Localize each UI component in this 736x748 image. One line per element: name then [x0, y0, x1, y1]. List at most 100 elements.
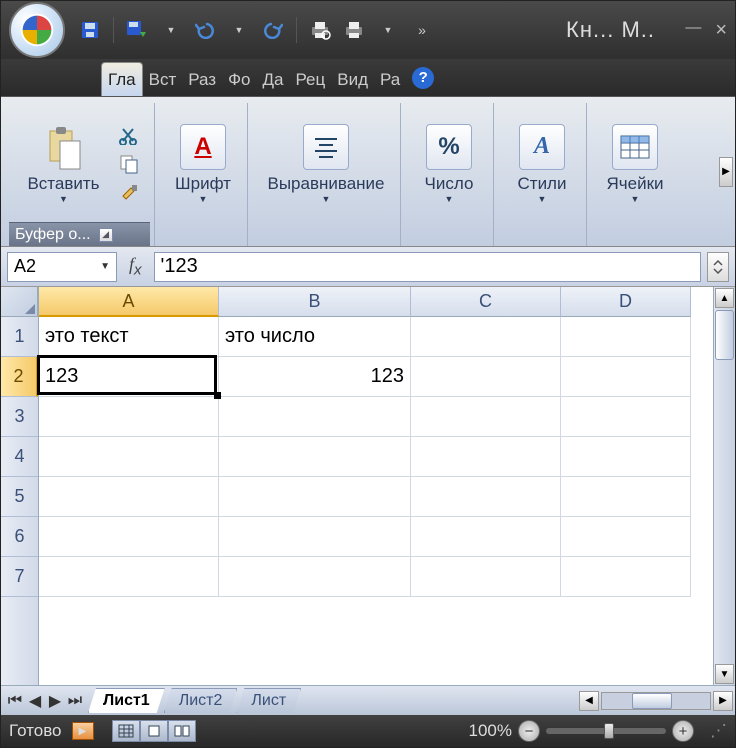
close-button[interactable]: ×: [715, 19, 727, 42]
scroll-up-button[interactable]: ▲: [715, 288, 734, 308]
sheet-next-icon[interactable]: ▶: [45, 691, 65, 711]
cells-area[interactable]: это текстэто число123123: [39, 317, 713, 597]
column-header-D[interactable]: D: [561, 287, 691, 317]
row-header-7[interactable]: 7: [1, 557, 38, 597]
cell-D1[interactable]: [561, 317, 691, 357]
tab-view[interactable]: Вид: [331, 63, 374, 96]
clipboard-dialog-launcher[interactable]: ◢: [99, 228, 113, 242]
cell-B6[interactable]: [219, 517, 411, 557]
expand-formula-bar-button[interactable]: [707, 252, 729, 282]
cell-A1[interactable]: это текст: [39, 317, 219, 357]
zoom-in-button[interactable]: +: [672, 720, 694, 742]
sheet-prev-icon[interactable]: ◀: [25, 691, 45, 711]
scroll-left-button[interactable]: ◀: [579, 691, 599, 711]
cell-C6[interactable]: [411, 517, 561, 557]
qat-overflow-icon[interactable]: »: [409, 17, 435, 43]
scroll-right-button[interactable]: ▶: [713, 691, 733, 711]
row-header-2[interactable]: 2: [1, 357, 38, 397]
copy-icon[interactable]: [117, 153, 141, 175]
alignment-button[interactable]: Выравнивание ▼: [256, 119, 396, 209]
cell-B7[interactable]: [219, 557, 411, 597]
cell-D5[interactable]: [561, 477, 691, 517]
column-header-B[interactable]: B: [219, 287, 411, 317]
formula-field[interactable]: [161, 255, 694, 278]
paste-button[interactable]: Вставить ▼: [18, 119, 108, 209]
cell-D6[interactable]: [561, 517, 691, 557]
save-icon[interactable]: [77, 17, 103, 43]
resize-grip-icon[interactable]: ⋰: [710, 721, 727, 741]
cut-icon[interactable]: [117, 125, 141, 147]
cell-A4[interactable]: [39, 437, 219, 477]
tab-data[interactable]: Да: [256, 63, 289, 96]
cell-B5[interactable]: [219, 477, 411, 517]
cell-A3[interactable]: [39, 397, 219, 437]
cell-C5[interactable]: [411, 477, 561, 517]
column-header-C[interactable]: C: [411, 287, 561, 317]
cell-B4[interactable]: [219, 437, 411, 477]
tab-insert[interactable]: Вст: [143, 63, 183, 96]
cell-A5[interactable]: [39, 477, 219, 517]
row-header-6[interactable]: 6: [1, 517, 38, 557]
cell-A2[interactable]: 123: [39, 357, 219, 397]
tab-formulas[interactable]: Фо: [222, 63, 256, 96]
format-painter-icon[interactable]: [117, 181, 141, 203]
print-preview-icon[interactable]: [307, 17, 333, 43]
save-as-icon[interactable]: [124, 17, 150, 43]
cell-D3[interactable]: [561, 397, 691, 437]
macro-record-icon[interactable]: ▶: [72, 722, 94, 740]
help-icon[interactable]: ?: [412, 67, 434, 89]
cell-C2[interactable]: [411, 357, 561, 397]
vertical-scrollbar[interactable]: ▲ ▼: [713, 287, 735, 685]
cell-C1[interactable]: [411, 317, 561, 357]
row-header-4[interactable]: 4: [1, 437, 38, 477]
cells-button[interactable]: Ячейки ▼: [595, 119, 675, 209]
number-button[interactable]: % Число ▼: [409, 119, 489, 209]
zoom-level[interactable]: 100%: [469, 721, 512, 741]
name-box[interactable]: A2 ▼: [7, 252, 117, 282]
tab-review[interactable]: Рец: [289, 63, 331, 96]
cell-A7[interactable]: [39, 557, 219, 597]
sheet-tab-3[interactable]: Лист: [236, 688, 301, 713]
row-header-3[interactable]: 3: [1, 397, 38, 437]
sheet-first-icon[interactable]: ⏮: [5, 691, 25, 711]
cell-B2[interactable]: 123: [219, 357, 411, 397]
quick-print-icon[interactable]: [341, 17, 367, 43]
cell-A6[interactable]: [39, 517, 219, 557]
zoom-out-button[interactable]: −: [518, 720, 540, 742]
select-all-corner[interactable]: [1, 287, 38, 317]
qat-dropdown-2[interactable]: ▼: [226, 17, 252, 43]
scroll-down-button[interactable]: ▼: [715, 664, 734, 684]
page-layout-view-icon[interactable]: [140, 720, 168, 742]
cell-C3[interactable]: [411, 397, 561, 437]
hscroll-track[interactable]: [601, 692, 711, 710]
font-button[interactable]: A Шрифт ▼: [163, 119, 243, 209]
hscroll-thumb[interactable]: [632, 693, 672, 709]
row-header-5[interactable]: 5: [1, 477, 38, 517]
cell-D7[interactable]: [561, 557, 691, 597]
normal-view-icon[interactable]: [112, 720, 140, 742]
cell-B3[interactable]: [219, 397, 411, 437]
zoom-slider-knob[interactable]: [604, 723, 614, 739]
insert-function-button[interactable]: fx: [123, 254, 148, 279]
cell-C7[interactable]: [411, 557, 561, 597]
ribbon-scroll-right[interactable]: ▶: [719, 157, 733, 187]
cell-D2[interactable]: [561, 357, 691, 397]
tab-home[interactable]: Гла: [101, 62, 143, 96]
office-button[interactable]: [9, 2, 65, 58]
name-box-dropdown-icon[interactable]: ▼: [100, 261, 110, 272]
horizontal-scrollbar[interactable]: ◀ ▶: [301, 691, 735, 711]
sheet-last-icon[interactable]: ⏭: [65, 691, 85, 711]
row-header-1[interactable]: 1: [1, 317, 38, 357]
cell-C4[interactable]: [411, 437, 561, 477]
page-break-view-icon[interactable]: [168, 720, 196, 742]
styles-button[interactable]: A Стили ▼: [502, 119, 582, 209]
column-header-A[interactable]: A: [39, 287, 219, 317]
vscroll-thumb[interactable]: [715, 310, 734, 360]
fill-handle[interactable]: [214, 392, 221, 399]
redo-icon[interactable]: [260, 17, 286, 43]
sheet-tab-2[interactable]: Лист2: [164, 688, 238, 713]
sheet-tab-1[interactable]: Лист1: [88, 688, 165, 713]
zoom-slider[interactable]: [546, 728, 666, 734]
qat-dropdown-1[interactable]: ▼: [158, 17, 184, 43]
minimize-button[interactable]: —: [685, 19, 701, 42]
